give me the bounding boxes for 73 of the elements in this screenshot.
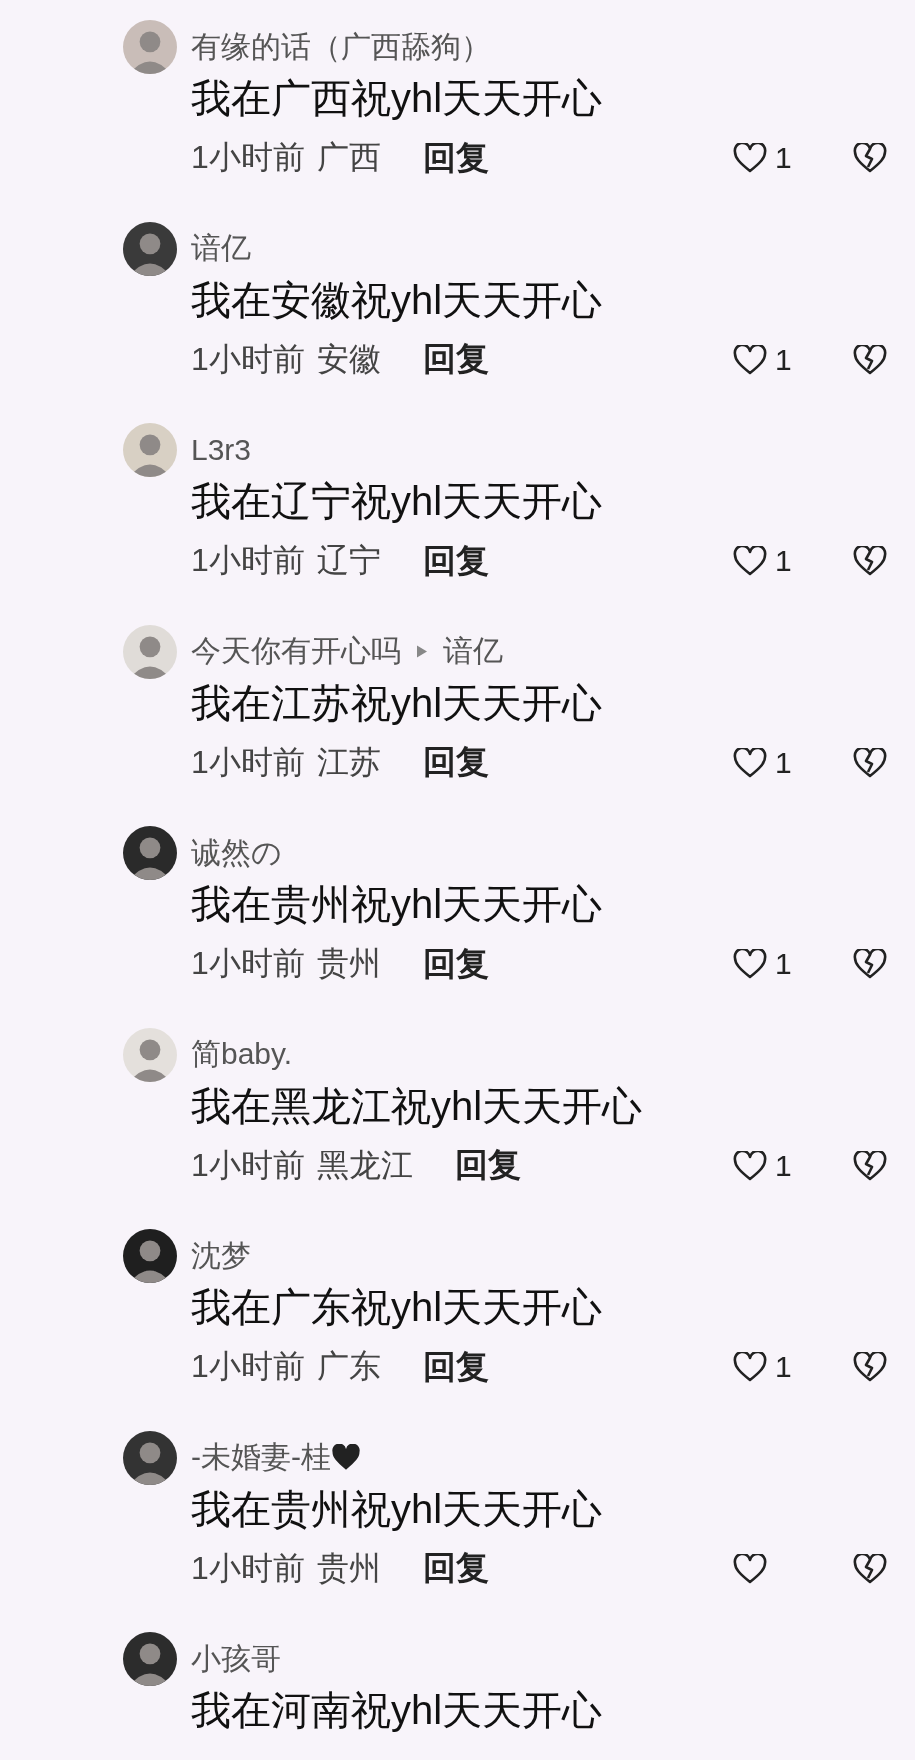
broken-heart-icon[interactable]: [853, 546, 887, 576]
like-icon[interactable]: [733, 546, 767, 576]
broken-heart-icon[interactable]: [853, 949, 887, 979]
comment-time: 1小时前: [191, 742, 305, 782]
comment-text: 我在广西祝yhl天天开心: [191, 75, 604, 122]
comment-time: 1小时前: [191, 1145, 305, 1185]
comment-location: 辽宁: [316, 541, 381, 580]
user-name[interactable]: 诚然の: [191, 832, 282, 874]
broken-heart-icon[interactable]: [853, 1553, 887, 1584]
like-icon[interactable]: [733, 1352, 767, 1382]
user-name[interactable]: 小孩哥: [191, 1638, 281, 1680]
comment-time: 1小时前: [191, 541, 305, 580]
like-count: 1: [775, 1148, 792, 1183]
reply-link[interactable]: 回复: [422, 337, 489, 382]
like-icon[interactable]: [733, 1150, 767, 1181]
user-name[interactable]: 谙亿: [443, 631, 503, 672]
reply-link[interactable]: 回复: [422, 1546, 489, 1591]
reply-link[interactable]: 回复: [422, 941, 489, 987]
user-name[interactable]: 沈梦: [191, 1235, 251, 1277]
broken-heart-icon[interactable]: [853, 344, 887, 375]
comment-time: 1小时前: [191, 339, 305, 379]
comment-text: 我在江苏祝yhl天天开心: [191, 679, 604, 727]
reply-link[interactable]: 回复: [422, 538, 489, 584]
comment-text: 我在贵州祝yhl天天开心: [191, 881, 604, 928]
broken-heart-icon[interactable]: [853, 1352, 887, 1382]
comment-text: 我在广东祝yhl天天开心: [191, 1284, 604, 1331]
user-name[interactable]: 简baby.: [191, 1034, 293, 1075]
like-count: 1: [775, 141, 792, 175]
comment-location: 安徽: [316, 339, 381, 379]
like-icon[interactable]: [733, 344, 767, 375]
like-count: 1: [775, 342, 792, 377]
comment-time: 1小时前: [191, 944, 305, 983]
user-name[interactable]: L3r3: [191, 433, 252, 467]
broken-heart-icon[interactable]: [853, 747, 887, 778]
comment-text: 我在辽宁祝yhl天天开心: [191, 478, 604, 525]
reply-link[interactable]: 回复: [422, 740, 489, 785]
comment-text: 我在安徽祝yhl天天开心: [191, 276, 604, 324]
avatar[interactable]: [123, 1430, 177, 1485]
reply-link[interactable]: 回复: [422, 135, 489, 181]
like-count: 1: [775, 1350, 792, 1384]
user-name[interactable]: -未婚妻-桂: [191, 1437, 331, 1478]
comment-location: 贵州: [316, 944, 381, 983]
like-icon[interactable]: [733, 747, 767, 778]
comment-time: 1小时前: [191, 1548, 305, 1588]
avatar[interactable]: [123, 826, 177, 880]
comment-text: 我在贵州祝yhl天天开心: [191, 1485, 604, 1533]
reply-link[interactable]: 回复: [454, 1143, 521, 1188]
like-count: 1: [775, 544, 792, 578]
user-name[interactable]: 谙亿: [191, 228, 251, 269]
reply-link[interactable]: 回复: [422, 1344, 489, 1390]
comment-time: 1小时前: [191, 138, 305, 177]
comment-location: 黑龙江: [316, 1145, 413, 1185]
like-icon[interactable]: [733, 143, 767, 173]
comment-location: 广西: [316, 138, 381, 177]
like-count: 1: [775, 745, 792, 780]
comment-text: 我在黑龙江祝yhl天天开心: [191, 1082, 644, 1130]
broken-heart-icon[interactable]: [853, 143, 887, 173]
comment-text: 我在河南祝yhl天天开心: [191, 1687, 604, 1734]
like-icon[interactable]: [733, 949, 767, 979]
comment-location: 广东: [316, 1347, 381, 1386]
heart-icon: [331, 1444, 361, 1471]
avatar[interactable]: [123, 221, 177, 276]
like-icon[interactable]: [733, 1553, 767, 1584]
avatar[interactable]: [123, 1229, 177, 1283]
avatar[interactable]: [123, 1632, 177, 1686]
user-name[interactable]: 有缘的话（广西舔狗）: [191, 26, 491, 68]
like-count: 1: [775, 947, 792, 981]
triangle-icon: [417, 645, 427, 658]
comment-time: 1小时前: [191, 1347, 305, 1386]
broken-heart-icon[interactable]: [853, 1150, 887, 1181]
comment-location: 江苏: [316, 742, 381, 782]
comment-location: 贵州: [316, 1548, 381, 1588]
user-name[interactable]: 今天你有开心吗: [191, 631, 401, 672]
